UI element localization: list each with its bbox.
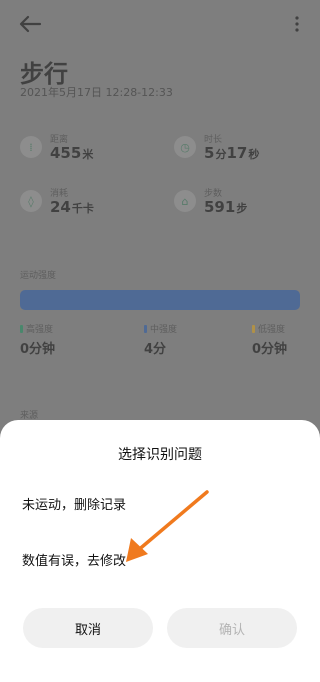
low-intensity-dot — [252, 324, 255, 333]
metric-distance: ⁞ 距离 455米 — [20, 132, 160, 172]
cancel-button[interactable]: 取消 — [23, 608, 153, 648]
metric-value: 5分17秒 — [204, 144, 260, 162]
clock-icon: ◷ — [174, 136, 196, 158]
flame-icon: ◊ — [20, 190, 42, 212]
top-bar — [0, 0, 320, 48]
medium-intensity-dot — [144, 324, 147, 333]
intensity-high: 高强度 0分钟 — [20, 324, 56, 357]
intensity-bar — [20, 290, 300, 310]
option-wrong-value[interactable]: 数值有误，去修改 — [22, 550, 126, 569]
intensity-label: 运动强度 — [20, 271, 57, 281]
distance-icon: ⁞ — [20, 136, 42, 158]
metric-value: 591步 — [204, 198, 248, 216]
metric-value: 455米 — [50, 144, 94, 162]
back-arrow-icon[interactable] — [18, 14, 42, 34]
confirm-button[interactable]: 确认 — [167, 608, 297, 648]
shoe-icon: ⌂ — [174, 190, 196, 212]
metric-duration: ◷ 时长 5分17秒 — [174, 132, 314, 172]
more-options-icon[interactable] — [292, 14, 302, 34]
intensity-medium: 中强度 4分 — [144, 324, 178, 357]
intensity-low: 低强度 0分钟 — [252, 324, 288, 357]
high-intensity-dot — [20, 324, 23, 333]
metric-value: 24千卡 — [50, 198, 94, 216]
metric-calories: ◊ 消耗 24千卡 — [20, 186, 160, 226]
activity-datetime: 2021年5月17日 12:28-12:33 — [20, 86, 173, 99]
sheet-title: 选择识别问题 — [118, 447, 202, 463]
metric-steps: ⌂ 步数 591步 — [174, 186, 314, 226]
option-not-exercised[interactable]: 未运动，删除记录 — [22, 494, 126, 513]
